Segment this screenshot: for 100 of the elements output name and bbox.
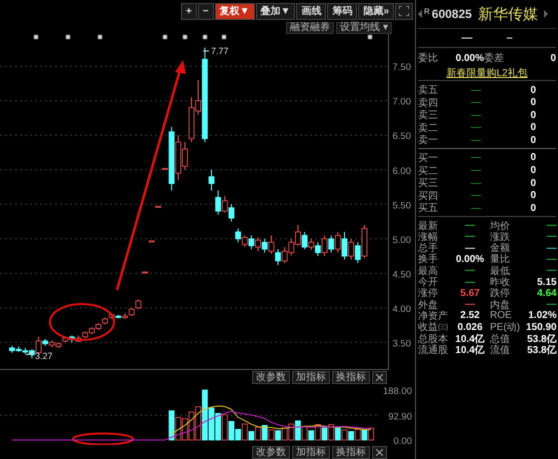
stat-value: — [465, 242, 475, 254]
marker-icon [97, 34, 103, 40]
stat-value: — [465, 220, 475, 232]
chart-option-button[interactable]: 融资融券 [286, 22, 334, 34]
stat-label: PE(动) [490, 321, 521, 334]
promo-link[interactable]: 新春限量购L2礼包 [446, 66, 528, 80]
stat-value: 10.4亿 [455, 332, 485, 345]
high-price-label: 7.77 [211, 46, 229, 56]
order-volume: 0 [529, 110, 536, 121]
stat-label: 换手 [418, 254, 439, 266]
indicator-button[interactable]: 换指标 [332, 446, 370, 458]
stat-label: 净资产 [418, 310, 449, 322]
stat-label: 最高 [418, 264, 439, 277]
marker-icon [33, 34, 39, 40]
order-label: 卖五 [418, 84, 439, 97]
stat-value: 0.00% [456, 254, 484, 265]
order-volume: 0 [529, 122, 536, 134]
stat-label: 最低 [490, 264, 511, 277]
toolbar-button[interactable]: + [180, 2, 197, 20]
candlestick [148, 240, 155, 242]
fullscreen-button[interactable] [395, 2, 413, 20]
axis-label: 4.00 [392, 304, 411, 315]
candlestick [155, 206, 162, 208]
stat-value: — [465, 265, 475, 276]
candlestick [142, 271, 148, 274]
quote-label: 委差 [484, 52, 505, 65]
stat-value: 150.90 [526, 322, 558, 333]
order-label: 买五 [418, 202, 439, 216]
stat-value: — [546, 299, 558, 310]
stat-value: 5.15 [537, 276, 558, 288]
chart-option-button[interactable]: 设置均线 ▾ [336, 22, 392, 34]
stat-label: 涨跌 [490, 230, 511, 243]
order-volume: 0 [529, 165, 536, 176]
stat-value: 2.52 [460, 310, 480, 322]
last-price: — [461, 32, 472, 44]
stat-label: 流值 [490, 344, 511, 357]
stat-label: 涨停 [418, 288, 439, 300]
order-price: — [470, 152, 482, 164]
stat-value: — [546, 254, 558, 265]
stat-value: 53.8亿 [527, 332, 558, 345]
order-label: 卖二 [418, 122, 439, 134]
stat-value: — [546, 220, 558, 232]
stat-label: 总股本 [418, 332, 449, 345]
axis-label: 5.00 [392, 234, 411, 246]
stat-value: — [546, 265, 558, 276]
toolbar-button[interactable]: 筹码 [327, 2, 358, 20]
stat-value: 4.64 [537, 288, 558, 299]
toolbar-button[interactable]: 画线 [296, 2, 326, 20]
order-label: 买四 [418, 190, 439, 203]
toolbar-button[interactable]: − [198, 2, 214, 20]
toolbar-button[interactable]: 复权▼ [214, 2, 255, 20]
order-label: 卖四 [418, 96, 439, 110]
previous-icon[interactable] [418, 10, 422, 18]
stock-code: 600825 [432, 7, 472, 21]
stat-label: 涨幅 [418, 230, 439, 243]
stat-label: 今开 [418, 276, 439, 288]
stat-value: — [465, 231, 475, 242]
axis-label: 3.50 [392, 338, 411, 350]
toolbar-button[interactable]: 隐藏» [358, 2, 394, 20]
order-volume: 0 [529, 190, 536, 202]
order-price: — [470, 110, 482, 121]
marker-icon [202, 34, 208, 40]
order-label: 买一 [418, 152, 439, 165]
fullscreen-icon[interactable] [399, 6, 409, 16]
order-volume: 0 [529, 178, 536, 189]
stat-label: 内盘 [490, 298, 511, 311]
order-label: 卖一 [418, 134, 439, 148]
indicator-button[interactable]: 改参数 [252, 370, 290, 384]
stat-value: 10.4亿 [455, 344, 485, 357]
order-volume: 0 [529, 152, 536, 164]
annotation-ellipse [49, 303, 115, 341]
stat-value: 5.67 [460, 288, 480, 299]
indicator-button[interactable]: 改参数 [252, 446, 290, 458]
indicator-button[interactable]: 加指标 [292, 370, 330, 384]
toolbar-button[interactable]: 叠加▼ [256, 2, 296, 20]
stat-label: 外盘 [418, 298, 438, 311]
stock-name: 新华传媒 [478, 4, 538, 24]
order-label: 买三 [418, 177, 439, 190]
close-icon[interactable] [372, 370, 387, 384]
stat-value: 53.8亿 [527, 344, 558, 357]
indicator-button[interactable]: 加指标 [292, 446, 330, 458]
close-icon[interactable] [372, 446, 387, 458]
stat-value: — [546, 242, 558, 254]
axis-label: 188.00 [382, 386, 412, 397]
axis-label: 6.50 [392, 131, 411, 142]
stat-label: 收益㈢ [418, 321, 449, 334]
order-label: 卖三 [418, 108, 439, 122]
quote-label: 委比 [418, 52, 439, 65]
stat-label: ROE [490, 310, 513, 322]
axis-label: 6.00 [392, 166, 411, 177]
axis-label: 92.90 [388, 411, 412, 422]
stat-value: — [546, 231, 558, 242]
order-price: — [470, 178, 482, 189]
stat-label: 最新 [418, 220, 439, 232]
order-price: — [470, 84, 482, 96]
order-price: — [470, 97, 482, 108]
indicator-button[interactable]: 换指标 [332, 370, 370, 384]
next-icon[interactable] [544, 10, 548, 18]
order-price: — [470, 122, 482, 134]
order-label: 买二 [418, 164, 439, 178]
